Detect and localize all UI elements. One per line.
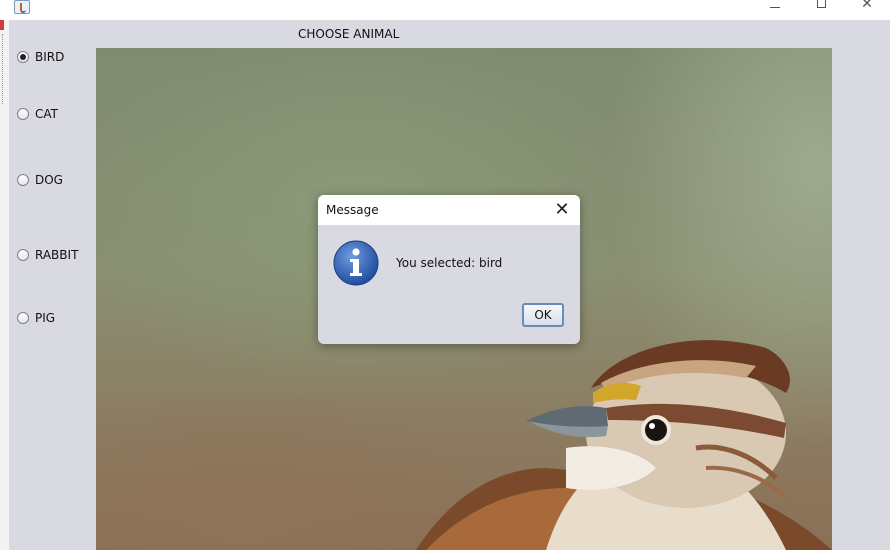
radio-option-rabbit[interactable]: RABBIT (17, 247, 78, 263)
minimize-button[interactable] (752, 0, 798, 20)
maximize-button[interactable] (798, 0, 844, 20)
radio-label: RABBIT (35, 248, 79, 262)
window-titlebar: ✕ (0, 0, 890, 20)
radio-option-cat[interactable]: CAT (17, 106, 58, 122)
radio-button[interactable] (17, 51, 29, 63)
dialog-titlebar: Message ✕ (318, 195, 580, 225)
dialog-message: You selected: bird (396, 256, 503, 270)
radio-option-bird[interactable]: BIRD (17, 49, 64, 65)
maximize-icon (816, 0, 826, 8)
radio-label: CAT (35, 107, 58, 121)
radio-button[interactable] (17, 249, 29, 261)
message-dialog: Message ✕ You selected: bird OK (318, 195, 580, 344)
radio-label: DOG (35, 173, 63, 187)
close-icon: ✕ (861, 0, 873, 12)
edge-marker (0, 20, 4, 30)
dialog-title: Message (326, 203, 379, 217)
radio-button[interactable] (17, 108, 29, 120)
info-icon (333, 240, 379, 286)
radio-button[interactable] (17, 174, 29, 186)
close-button[interactable]: ✕ (844, 0, 890, 20)
java-cup-icon (14, 0, 30, 14)
radio-label: PIG (35, 311, 56, 325)
radio-option-dog[interactable]: DOG (17, 172, 63, 188)
minimize-icon (770, 7, 780, 8)
dotted-divider (2, 34, 4, 104)
page-title: CHOOSE ANIMAL (298, 27, 400, 41)
radio-option-pig[interactable]: PIG (17, 310, 55, 326)
ok-button[interactable]: OK (522, 303, 564, 327)
dialog-close-button[interactable]: ✕ (550, 198, 574, 222)
radio-button[interactable] (17, 312, 29, 324)
radio-label: BIRD (35, 50, 65, 64)
